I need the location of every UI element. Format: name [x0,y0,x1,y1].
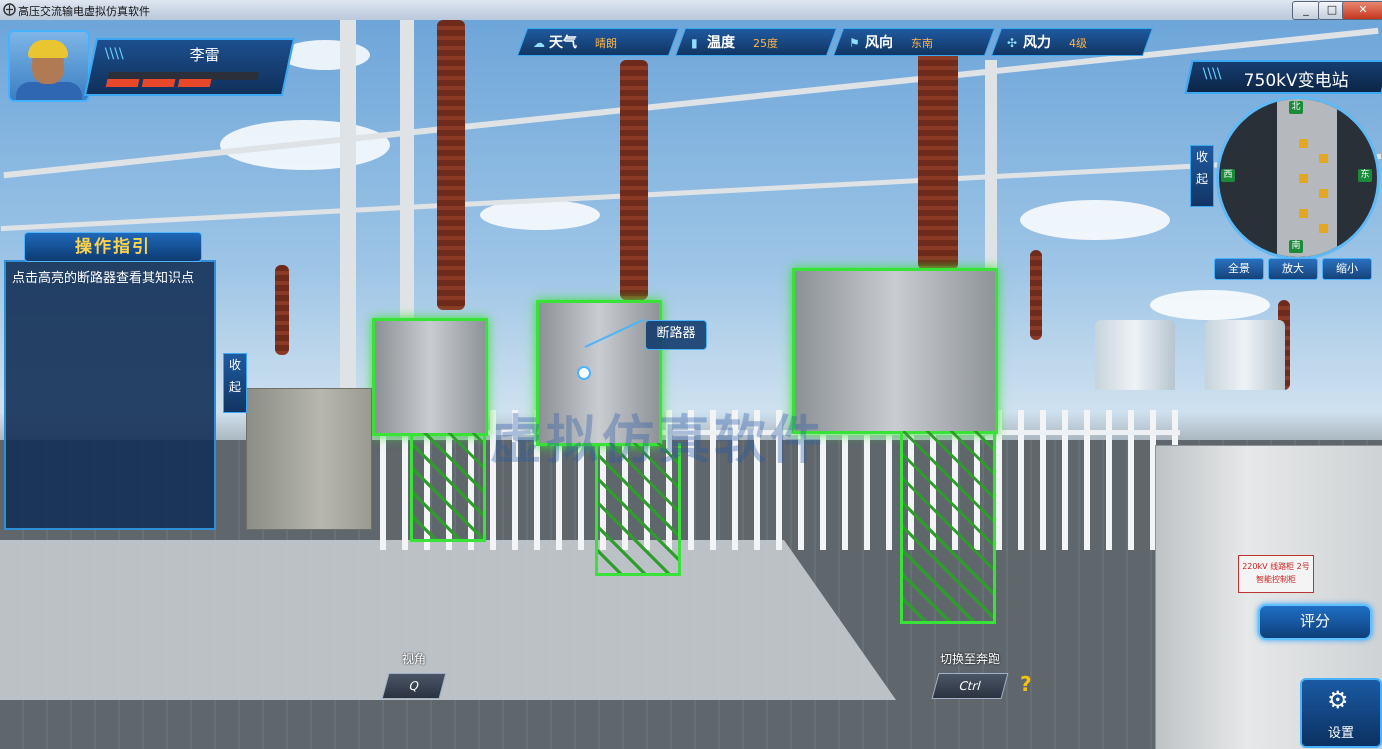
map-marker [1319,189,1328,198]
guide-body: 点击高亮的断路器查看其知识点 [4,260,216,530]
compass-west: 西 [1221,169,1235,182]
station-name: 750kV变电站 [1243,71,1349,91]
stripes-icon: \\\\ [104,46,124,62]
breaker-support-3 [900,431,996,624]
player-name-plate: \\\\ 李雷 [83,38,296,96]
settings-button[interactable]: ⚙ 设置 [1300,678,1382,748]
wind-force-value: 4级 [1069,37,1087,50]
temperature-value: 25度 [753,37,778,50]
settings-label: 设置 [1327,726,1354,741]
stripes-icon: \\\\ [1202,66,1222,82]
weather-label: 天气 [549,35,577,51]
weather-item: ☁ 天气 晴朗 [516,28,680,56]
wind-direction-label: 风向 [865,35,893,51]
minimize-button[interactable]: _ [1292,1,1320,20]
map-marker [1299,174,1308,183]
minimap-collapse-button[interactable]: 收起 [1190,145,1214,207]
wind-force-icon: ✣ [1007,36,1018,50]
storage-tank [1095,320,1175,390]
run-hint-label: 切换至奔跑 [939,652,1000,666]
breaker-support-1 [410,433,486,542]
run-key-hint: 切换至奔跑 Ctrl [931,650,1009,699]
view-hint-label: 视角 [401,652,426,666]
close-button[interactable]: ✕ [1342,1,1382,20]
insulator [275,265,289,355]
storage-tank [1205,320,1285,390]
wind-force-label: 风力 [1023,35,1051,51]
breaker-label-tag[interactable]: 断路器 [645,320,707,350]
weather-icon: ☁ [533,36,545,50]
player-panel: \\\\ 李雷 [8,28,296,102]
wind-direction-item: ⚑ 风向 东南 [832,28,996,56]
guide-text: 点击高亮的断路器查看其知识点 [12,271,195,286]
insulator [620,60,648,300]
map-marker [1299,139,1308,148]
view-key-hint: 视角 Q [381,650,447,699]
temperature-label: 温度 [707,35,735,51]
cloud [1020,200,1170,240]
wind-direction-value: 东南 [911,37,933,50]
player-name: 李雷 [189,46,220,64]
health-bar [105,72,259,87]
worker-avatar-icon [8,30,90,102]
thermometer-icon: ▮ [691,36,698,50]
window-title: 高压交流输电虚拟仿真软件 [18,5,150,18]
guide-collapse-button[interactable]: 收起 [223,353,247,413]
run-key[interactable]: Ctrl [931,673,1009,699]
view-key[interactable]: Q [381,673,447,699]
watermark: 虚拟仿真软件 [490,411,827,471]
circuit-breaker-1[interactable] [372,318,488,436]
insulator [918,50,958,270]
map-full-view-button[interactable]: 全景 [1214,258,1264,280]
station-name-plate: \\\\ 750kV变电站 [1184,60,1382,94]
tag-anchor-dot [577,366,591,380]
walkway [0,540,897,700]
map-marker [1319,154,1328,163]
app-icon [3,3,16,16]
wind-direction-icon: ⚑ [849,36,860,50]
guide-title: 操作指引 [24,232,202,262]
gear-icon: ⚙ [1327,686,1349,714]
temperature-item: ▮ 温度 25度 [674,28,838,56]
score-button[interactable]: 评分 [1258,604,1372,640]
map-zoom-in-button[interactable]: 放大 [1268,258,1318,280]
compass-north: 北 [1289,101,1303,114]
help-icon[interactable]: ? [1020,672,1032,696]
compass-south: 南 [1289,240,1303,253]
steel-beam [0,153,1382,232]
compass-east: 东 [1358,169,1372,182]
cloud [1150,290,1270,320]
insulator [1030,250,1042,340]
map-marker [1319,224,1328,233]
steel-column [340,20,356,390]
wind-force-item: ✣ 风力 4级 [990,28,1154,56]
minimap-controls: 全景 放大 缩小 [1214,258,1374,280]
insulator [437,20,465,310]
control-cabinet [246,388,372,530]
cabinet-label: 220kV 线路柜 2号智能控制柜 [1238,555,1314,593]
minimap[interactable]: 北 南 东 西 [1216,96,1380,260]
map-marker [1299,209,1308,218]
window-title-bar: 高压交流输电虚拟仿真软件 _ □ ✕ [0,0,1382,20]
weather-value: 晴朗 [595,37,617,50]
map-zoom-out-button[interactable]: 缩小 [1322,258,1372,280]
environment-info-bar: ☁ 天气 晴朗 ▮ 温度 25度 ⚑ 风向 东南 ✣ 风力 4级 [516,28,1154,56]
operation-guide-panel: 点击高亮的断路器查看其知识点 操作指引 [4,232,220,534]
